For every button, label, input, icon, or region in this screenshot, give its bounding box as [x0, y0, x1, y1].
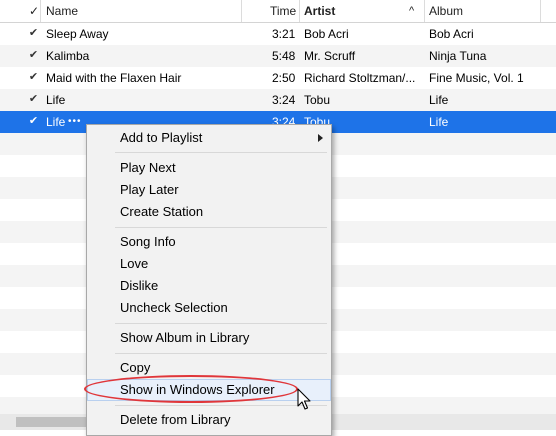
- column-divider[interactable]: [540, 0, 541, 22]
- checkbox-checked-icon[interactable]: ✔: [28, 28, 39, 39]
- menu-item-love[interactable]: Love: [87, 253, 331, 275]
- track-name: Life: [46, 93, 66, 107]
- column-header: ✓ Name Time Artist ^ Album: [0, 0, 556, 23]
- checkbox-checked-icon[interactable]: ✔: [28, 116, 39, 127]
- column-divider[interactable]: [241, 0, 242, 22]
- menu-separator: [115, 353, 327, 354]
- menu-item-create-station[interactable]: Create Station: [87, 201, 331, 223]
- checkbox-checked-icon[interactable]: ✔: [28, 94, 39, 105]
- track-time: 2:50: [272, 71, 296, 85]
- table-row[interactable]: ✔ Life 3:24 Tobu Life: [0, 89, 556, 111]
- track-artist: Mr. Scruff: [304, 49, 356, 63]
- track-album: Life: [429, 93, 449, 107]
- menu-item-song-info[interactable]: Song Info: [87, 231, 331, 253]
- menu-item-label: Play Later: [120, 182, 179, 197]
- column-divider[interactable]: [299, 0, 300, 22]
- mouse-cursor-icon: [297, 388, 311, 410]
- column-artist-header[interactable]: Artist: [304, 0, 335, 22]
- table-row[interactable]: ✔ Maid with the Flaxen Hair 2:50 Richard…: [0, 67, 556, 89]
- submenu-arrow-icon: [318, 134, 323, 142]
- highlight-ellipse: [84, 375, 298, 403]
- menu-item-delete-from-library[interactable]: Delete from Library: [87, 409, 331, 431]
- menu-item-dislike[interactable]: Dislike: [87, 275, 331, 297]
- menu-item-label: Dislike: [120, 278, 159, 293]
- checkbox-checked-icon[interactable]: ✔: [28, 72, 39, 83]
- menu-item-label: Love: [120, 256, 149, 271]
- menu-item-uncheck-selection[interactable]: Uncheck Selection: [87, 297, 331, 319]
- track-artist: Bob Acri: [304, 27, 349, 41]
- menu-item-show-album-in-library[interactable]: Show Album in Library: [87, 327, 331, 349]
- column-check-header[interactable]: ✓: [29, 0, 39, 22]
- menu-item-play-next[interactable]: Play Next: [87, 157, 331, 179]
- track-time: 5:48: [272, 49, 296, 63]
- menu-item-play-later[interactable]: Play Later: [87, 179, 331, 201]
- table-row[interactable]: ✔ Kalimba 5:48 Mr. Scruff Ninja Tuna: [0, 45, 556, 67]
- track-time: 3:24: [272, 93, 296, 107]
- menu-item-label: Show Album in Library: [120, 330, 250, 345]
- column-name-header[interactable]: Name: [46, 0, 78, 22]
- column-divider[interactable]: [424, 0, 425, 22]
- menu-item-label: Create Station: [120, 204, 204, 219]
- menu-item-label: Delete from Library: [120, 412, 231, 427]
- menu-separator: [115, 405, 327, 406]
- menu-separator: [115, 152, 327, 153]
- sort-ascending-icon: ^: [409, 5, 415, 17]
- track-album: Life: [429, 115, 449, 129]
- menu-separator: [115, 323, 327, 324]
- menu-item-label: Song Info: [120, 234, 176, 249]
- menu-item-add-to-playlist[interactable]: Add to Playlist: [87, 127, 331, 149]
- track-name: Maid with the Flaxen Hair: [46, 71, 182, 85]
- column-album-header[interactable]: Album: [429, 0, 463, 22]
- menu-item-label: Uncheck Selection: [120, 300, 228, 315]
- track-album: Fine Music, Vol. 1: [429, 71, 524, 85]
- track-album: Ninja Tuna: [429, 49, 487, 63]
- checkbox-checked-icon[interactable]: ✔: [28, 50, 39, 61]
- column-divider[interactable]: [40, 0, 41, 22]
- track-artist: Richard Stoltzman/...: [304, 71, 416, 85]
- track-artist: Tobu: [304, 93, 331, 107]
- menu-item-label: Play Next: [120, 160, 176, 175]
- track-name: Sleep Away: [46, 27, 109, 41]
- track-album: Bob Acri: [429, 27, 474, 41]
- table-row[interactable]: ✔ Sleep Away 3:21 Bob Acri Bob Acri: [0, 23, 556, 45]
- track-name: Kalimba: [46, 49, 90, 63]
- column-time-header[interactable]: Time: [270, 0, 296, 22]
- menu-separator: [115, 227, 327, 228]
- track-time: 3:21: [272, 27, 296, 41]
- track-name: Life: [46, 115, 66, 129]
- scrollbar-thumb[interactable]: [16, 417, 86, 427]
- menu-item-label: Add to Playlist: [120, 130, 203, 145]
